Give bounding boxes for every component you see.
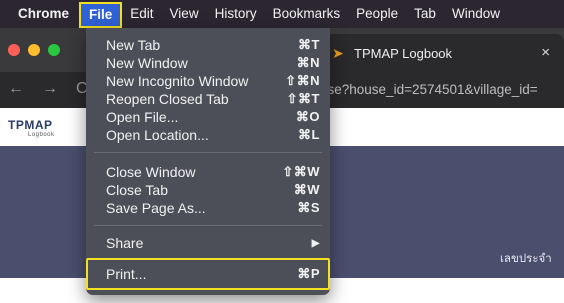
menu-item-shortcut: ⌘P — [297, 266, 320, 281]
close-tab-icon[interactable]: × — [541, 44, 550, 61]
menu-item-label: Share — [106, 235, 144, 251]
menu-item-shortcut: ⌘S — [297, 200, 320, 215]
menu-item-label: New Window — [106, 55, 188, 71]
menu-item-label: New Tab — [106, 37, 161, 53]
zoom-window-dot[interactable] — [48, 44, 60, 56]
menu-item-label: Close Tab — [106, 182, 169, 198]
menu-item-shortcut: ⌘L — [298, 127, 320, 142]
menu-item-label: Reopen Closed Tab — [106, 91, 229, 107]
menu-item-share[interactable]: Share ▶ — [86, 234, 330, 252]
logo-subtext: Logbook — [28, 132, 55, 138]
macos-menu-bar: Chrome File Edit View History Bookmarks … — [0, 0, 564, 28]
browser-tab[interactable]: ➤ TPMAP Logbook × — [318, 34, 564, 72]
menu-item-shortcut: ⌘T — [298, 37, 320, 52]
logo-text: TPMAP — [8, 118, 53, 132]
tab-title: TPMAP Logbook — [354, 45, 453, 61]
menu-item-label: Open File... — [106, 109, 179, 125]
back-arrow-icon[interactable]: ← — [8, 80, 24, 98]
window-controls — [8, 44, 60, 56]
menu-item-new-tab[interactable]: New Tab ⌘T — [86, 36, 330, 54]
menu-item-label: Close Window — [106, 164, 196, 180]
menu-item-open-file[interactable]: Open File... ⌘O — [86, 108, 330, 126]
menu-item-shortcut: ⇧⌘N — [285, 73, 320, 88]
menu-people[interactable]: People — [348, 0, 406, 28]
menu-edit[interactable]: Edit — [122, 0, 161, 28]
menu-item-close-tab[interactable]: Close Tab ⌘W — [86, 181, 330, 199]
menu-item-new-incognito[interactable]: New Incognito Window ⇧⌘N — [86, 72, 330, 90]
forward-arrow-icon[interactable]: → — [42, 80, 58, 98]
minimize-window-dot[interactable] — [28, 44, 40, 56]
menu-item-label: Open Location... — [106, 127, 209, 143]
menu-history[interactable]: History — [207, 0, 265, 28]
close-window-dot[interactable] — [8, 44, 20, 56]
menu-window[interactable]: Window — [444, 0, 508, 28]
menu-item-label: New Incognito Window — [106, 73, 249, 89]
menu-view[interactable]: View — [162, 0, 207, 28]
menu-item-save-page-as[interactable]: Save Page As... ⌘S — [86, 199, 330, 217]
tpmap-logo[interactable]: TPMAP Logbook — [8, 118, 55, 138]
menu-tab[interactable]: Tab — [406, 0, 444, 28]
nav-buttons: ← → C — [8, 80, 88, 98]
page-label: เลขประจำ — [500, 253, 552, 265]
menu-item-open-location[interactable]: Open Location... ⌘L — [86, 126, 330, 144]
submenu-arrow-icon: ▶ — [311, 237, 320, 249]
screen: Chrome File Edit View History Bookmarks … — [0, 0, 564, 303]
menu-item-shortcut: ⌘O — [295, 109, 320, 124]
menu-item-close-window[interactable]: Close Window ⇧⌘W — [86, 163, 330, 181]
menu-item-label: Save Page As... — [106, 200, 206, 216]
menu-item-print[interactable]: Print... ⌘P — [86, 265, 330, 283]
menu-bookmarks[interactable]: Bookmarks — [265, 0, 349, 28]
menu-item-shortcut: ⌘W — [293, 182, 320, 197]
menu-file[interactable]: File — [79, 1, 123, 28]
menu-separator — [94, 225, 322, 226]
menu-item-shortcut: ⌘N — [296, 55, 320, 70]
file-menu-dropdown: New Tab ⌘T New Window ⌘N New Incognito W… — [86, 28, 330, 295]
menu-item-shortcut: ⇧⌘W — [282, 164, 320, 179]
menu-item-new-window[interactable]: New Window ⌘N — [86, 54, 330, 72]
menu-chrome[interactable]: Chrome — [8, 0, 79, 28]
address-bar[interactable]: use?house_id=2574501&village_id= — [320, 77, 564, 103]
menu-separator — [94, 152, 322, 153]
tpmap-favicon-icon: ➤ — [332, 45, 344, 61]
menu-item-label: Print... — [106, 266, 147, 282]
menu-item-reopen-closed-tab[interactable]: Reopen Closed Tab ⇧⌘T — [86, 90, 330, 108]
menu-item-shortcut: ⇧⌘T — [286, 91, 320, 106]
